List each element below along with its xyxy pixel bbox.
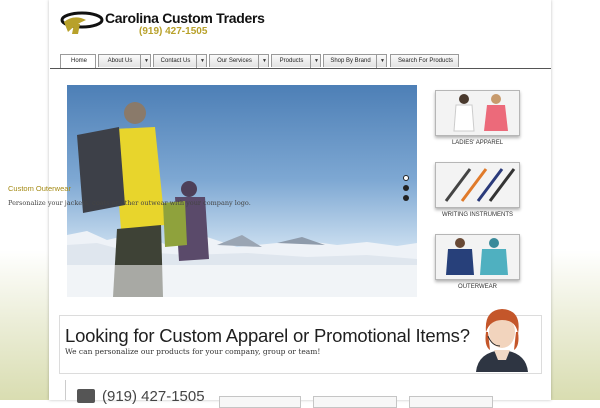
label-writing-instruments[interactable]: WRITING INSTRUMENTS <box>436 212 519 218</box>
footer-phone[interactable]: (919) 427-1505 <box>102 388 205 405</box>
banner-title: Looking for Custom Apparel or Promotiona… <box>65 325 470 346</box>
footer-box-2[interactable] <box>313 396 397 408</box>
site-logo[interactable]: Carolina Custom Traders (919) 427-1505 <box>60 8 265 38</box>
pens-image <box>436 163 519 207</box>
nav-label: Search For Products <box>397 58 454 64</box>
nav-label: Our Services <box>217 58 252 64</box>
slider-dot-1[interactable] <box>403 175 409 181</box>
outerwear-image <box>436 235 519 279</box>
caret-down-icon[interactable]: ▼ <box>310 55 322 68</box>
nav-home[interactable]: Home <box>60 54 96 68</box>
logo-swoosh-icon <box>60 11 104 34</box>
nav-about-us[interactable]: About Us ▼ <box>98 54 152 68</box>
header-phone: (919) 427-1505 <box>139 26 208 37</box>
nav-label: Products <box>279 58 304 64</box>
nav-our-services[interactable]: Our Services ▼ <box>209 54 270 68</box>
hero-slider[interactable] <box>67 85 417 297</box>
thumb-writing-instruments[interactable] <box>435 162 520 208</box>
slider-dot-2[interactable] <box>403 185 409 191</box>
phone-icon <box>77 389 95 403</box>
ladies-apparel-image <box>436 91 519 135</box>
slider-dot-3[interactable] <box>403 195 409 201</box>
caret-down-icon[interactable]: ▼ <box>140 55 152 68</box>
footer-divider <box>65 380 66 400</box>
footer-box-3[interactable] <box>409 396 493 408</box>
main-nav: Home About Us ▼ Contact Us ▼ Our Service… <box>60 54 550 68</box>
nav-label: Home <box>70 58 87 64</box>
slide-caption-panel <box>67 265 417 297</box>
nav-shop-by-brand[interactable]: Shop By Brand ▼ <box>323 54 388 68</box>
nav-products[interactable]: Products ▼ <box>271 54 322 68</box>
label-outerwear[interactable]: OUTERWEAR <box>436 284 519 290</box>
caret-down-icon[interactable]: ▼ <box>376 55 388 68</box>
thumb-ladies-apparel[interactable] <box>435 90 520 136</box>
nav-label: About Us <box>107 58 133 64</box>
caret-down-icon[interactable]: ▼ <box>196 55 208 68</box>
slide-caption-text: Personalize your jackets, coats or other… <box>8 199 251 207</box>
footer-box-1[interactable] <box>219 396 301 408</box>
banner-subtitle: We can personalize our products for your… <box>65 347 321 356</box>
label-ladies-apparel[interactable]: LADIES' APPAREL <box>436 140 519 146</box>
company-name: Carolina Custom Traders <box>105 10 265 26</box>
thumb-outerwear[interactable] <box>435 234 520 280</box>
slide-caption-title[interactable]: Custom Outerwear <box>8 184 71 193</box>
nav-underline <box>50 68 551 69</box>
caret-down-icon[interactable]: ▼ <box>258 55 270 68</box>
nav-label: Contact Us <box>160 58 191 64</box>
nav-search-for-products[interactable]: Search For Products <box>390 54 459 67</box>
nav-contact-us[interactable]: Contact Us ▼ <box>153 54 208 68</box>
nav-label: Shop By Brand <box>330 58 371 64</box>
customer-service-agent-image <box>476 309 528 372</box>
